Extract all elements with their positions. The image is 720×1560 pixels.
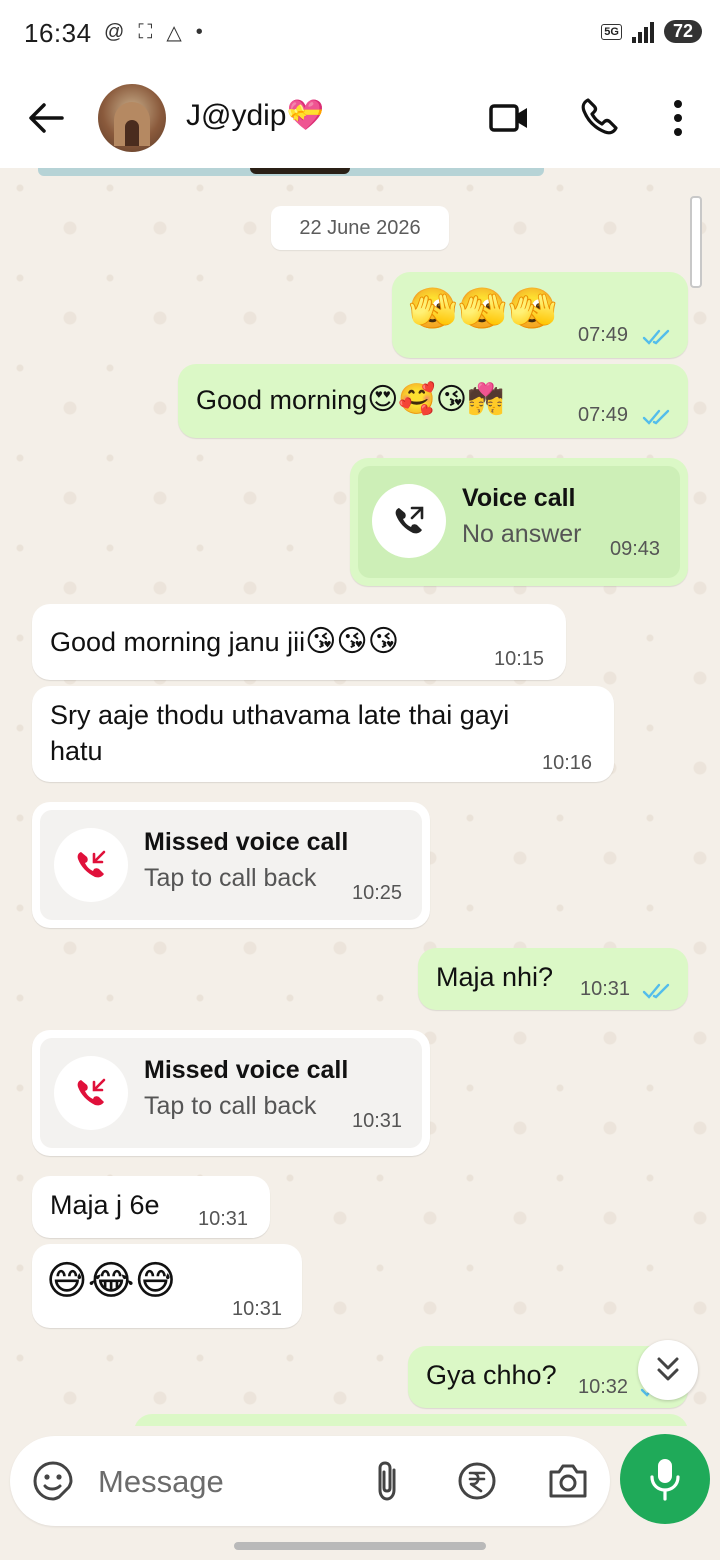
call-message-out[interactable]: Voice call No answer 09:43 <box>350 458 688 586</box>
missed-call-icon <box>77 850 106 878</box>
message-time: 07:49 <box>578 324 629 346</box>
message-text-line1: Sry aaje thodu uthavama late thai gayi <box>50 700 510 730</box>
message-time: 10:31 <box>580 978 631 1000</box>
message-bubble-in[interactable]: Maja j 6e 10:31 <box>32 1176 270 1238</box>
status-bar: 16:34 @ ⛶ △ • 5G 72 <box>0 0 720 68</box>
message-text: Maja j 6e <box>50 1190 160 1220</box>
signal-icon <box>631 21 654 43</box>
outgoing-call-icon <box>395 506 424 534</box>
message-bubble-in[interactable]: 😅😂😅 10:31 <box>32 1244 302 1328</box>
attachment-icon[interactable] <box>370 1458 404 1504</box>
message-bubble-out[interactable]: Maja nhi? 10:31 <box>418 948 688 1010</box>
dot-icon: • <box>195 21 203 43</box>
message-input-bar <box>10 1436 610 1526</box>
call-subtitle: No answer <box>462 520 582 548</box>
message-time: 10:25 <box>352 882 403 904</box>
read-ticks-icon <box>642 329 670 345</box>
scan-icon: ⛶ <box>138 21 153 43</box>
triangle-icon: △ <box>166 22 182 44</box>
missed-call-message[interactable]: Missed voice call Tap to call back 10:31 <box>32 1030 430 1156</box>
message-input[interactable] <box>96 1456 350 1508</box>
call-title: Missed voice call <box>144 828 349 856</box>
call-icon-circle <box>54 1056 128 1130</box>
message-time: 10:16 <box>542 752 593 774</box>
message-text: Maja nhi? <box>436 962 554 992</box>
status-time: 16:34 <box>24 18 92 48</box>
status-system-icons: 5G 72 <box>601 20 702 43</box>
call-icon-circle <box>372 484 446 558</box>
call-card[interactable]: Voice call No answer 09:43 <box>358 466 680 578</box>
spiral-icon: @ <box>104 21 125 43</box>
composer-bar <box>0 1426 720 1560</box>
message-text: Good morning janu jii😘😘😘 <box>50 625 399 658</box>
call-title: Missed voice call <box>144 1056 349 1084</box>
voice-message-button[interactable] <box>620 1434 710 1524</box>
read-ticks-icon <box>642 983 670 999</box>
message-time: 10:31 <box>198 1208 249 1230</box>
message-bubble-out[interactable]: 🫣🫣🫣 07:49 <box>392 272 688 358</box>
message-time: 10:32 <box>578 1376 629 1398</box>
call-card[interactable]: Missed voice call Tap to call back 10:31 <box>40 1038 422 1148</box>
message-time: 07:49 <box>578 404 629 426</box>
message-time: 09:43 <box>610 538 661 560</box>
network-label: 5G <box>601 23 622 40</box>
status-notification-icons: @ ⛶ △ • <box>104 20 203 45</box>
voice-call-icon[interactable] <box>578 96 620 138</box>
avatar[interactable] <box>98 84 166 152</box>
double-chevron-down-icon <box>657 1357 679 1381</box>
battery-badge: 72 <box>663 20 702 43</box>
home-indicator[interactable] <box>234 1542 486 1550</box>
message-bubble-out-partial[interactable] <box>134 1414 688 1426</box>
message-text: Good morning😍🥰😘💏 <box>196 383 505 416</box>
more-options-icon[interactable] <box>668 98 688 138</box>
message-time: 10:31 <box>352 1110 403 1132</box>
scroll-to-bottom-button[interactable] <box>638 1340 698 1400</box>
call-card[interactable]: Missed voice call Tap to call back 10:25 <box>40 810 422 920</box>
mic-icon <box>650 1459 680 1501</box>
chat-area[interactable]: 22 June 2026 🫣🫣🫣 07:49 Good morning😍🥰😘💏 … <box>0 168 720 1426</box>
missed-call-message[interactable]: Missed voice call Tap to call back 10:25 <box>32 802 430 928</box>
camera-icon[interactable] <box>546 1460 590 1502</box>
call-title: Voice call <box>462 484 576 512</box>
message-time: 10:15 <box>494 648 545 670</box>
video-call-icon[interactable] <box>488 98 530 138</box>
scrollbar[interactable] <box>690 196 702 288</box>
back-arrow-icon[interactable] <box>26 98 66 138</box>
call-subtitle: Tap to call back <box>144 864 317 892</box>
chat-header: J@ydip💝 <box>0 68 720 168</box>
message-bubble-in[interactable]: Sry aaje thodu uthavama late thai gayi h… <box>32 686 614 782</box>
read-ticks-icon <box>642 409 670 425</box>
message-bubble-in[interactable]: Good morning janu jii😘😘😘 10:15 <box>32 604 566 680</box>
message-time: 10:31 <box>232 1298 283 1320</box>
payment-rupee-icon[interactable] <box>456 1460 498 1502</box>
call-icon-circle <box>54 828 128 902</box>
missed-call-icon <box>77 1078 106 1106</box>
date-chip: 22 June 2026 <box>271 206 449 250</box>
contact-name[interactable]: J@ydip💝 <box>186 98 324 133</box>
sticker-icon[interactable] <box>32 1460 74 1502</box>
call-subtitle: Tap to call back <box>144 1092 317 1120</box>
message-text-line2: hatu <box>50 736 103 766</box>
message-text: Gya chho? <box>426 1360 557 1390</box>
message-emoji: 😅😂😅 <box>46 1259 177 1303</box>
message-bubble-out[interactable]: Good morning😍🥰😘💏 07:49 <box>178 364 688 438</box>
image-message-edge <box>38 168 544 176</box>
message-emoji: 🫣🫣🫣 <box>408 287 558 331</box>
